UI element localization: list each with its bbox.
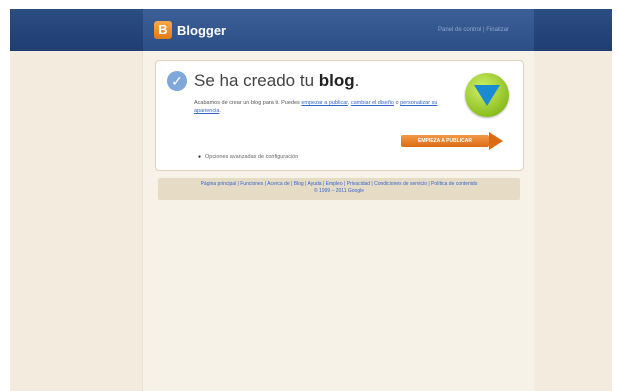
panel-title-bold: blog xyxy=(318,71,355,90)
panel-title-prefix: Se ha creado tu xyxy=(194,71,319,90)
blogger-logo-text: Blogger xyxy=(177,22,227,38)
description-text-tail: . xyxy=(219,108,221,114)
check-icon: ✓ xyxy=(167,71,187,91)
blog-created-panel: ✓ Se ha creado tu blog. Acabamos de crea… xyxy=(155,60,524,171)
start-publishing-label: EMPIEZA A PUBLICAR xyxy=(401,135,489,147)
top-right-link[interactable]: Panel de control | Finalizar xyxy=(438,27,509,33)
panel-title: Se ha creado tu blog. xyxy=(194,71,359,91)
down-triangle-icon xyxy=(474,85,500,106)
arrow-right-icon xyxy=(489,132,503,150)
footer-links: Página principal | Funciones | Acerca de… xyxy=(158,178,520,200)
right-column xyxy=(534,51,612,391)
footer-links-line[interactable]: Página principal | Funciones | Acerca de… xyxy=(158,181,520,188)
panel-title-suffix: . xyxy=(354,71,360,90)
window-right-frame xyxy=(612,0,618,391)
start-posting-link[interactable]: empezar a publicar xyxy=(301,100,347,106)
description-text-start: Acabamos de crear un blog para ti. Puede… xyxy=(194,100,302,106)
blogger-logo-icon: B xyxy=(154,21,172,39)
panel-description: Acabamos de crear un blog para ti. Puede… xyxy=(194,99,464,115)
advanced-settings-link[interactable]: Opciones avanzadas de configuración xyxy=(198,154,298,160)
footer-copyright-line: © 1999 – 2011 Google xyxy=(313,188,365,194)
start-publishing-button[interactable]: EMPIEZA A PUBLICAR xyxy=(401,132,505,150)
download-arrow-badge-icon xyxy=(465,73,509,117)
blogger-logo[interactable]: B Blogger xyxy=(154,21,226,39)
left-column xyxy=(10,51,142,391)
change-design-link[interactable]: cambiar el diseño xyxy=(351,100,394,106)
window-top-frame xyxy=(0,0,618,9)
window-left-frame xyxy=(0,0,10,391)
